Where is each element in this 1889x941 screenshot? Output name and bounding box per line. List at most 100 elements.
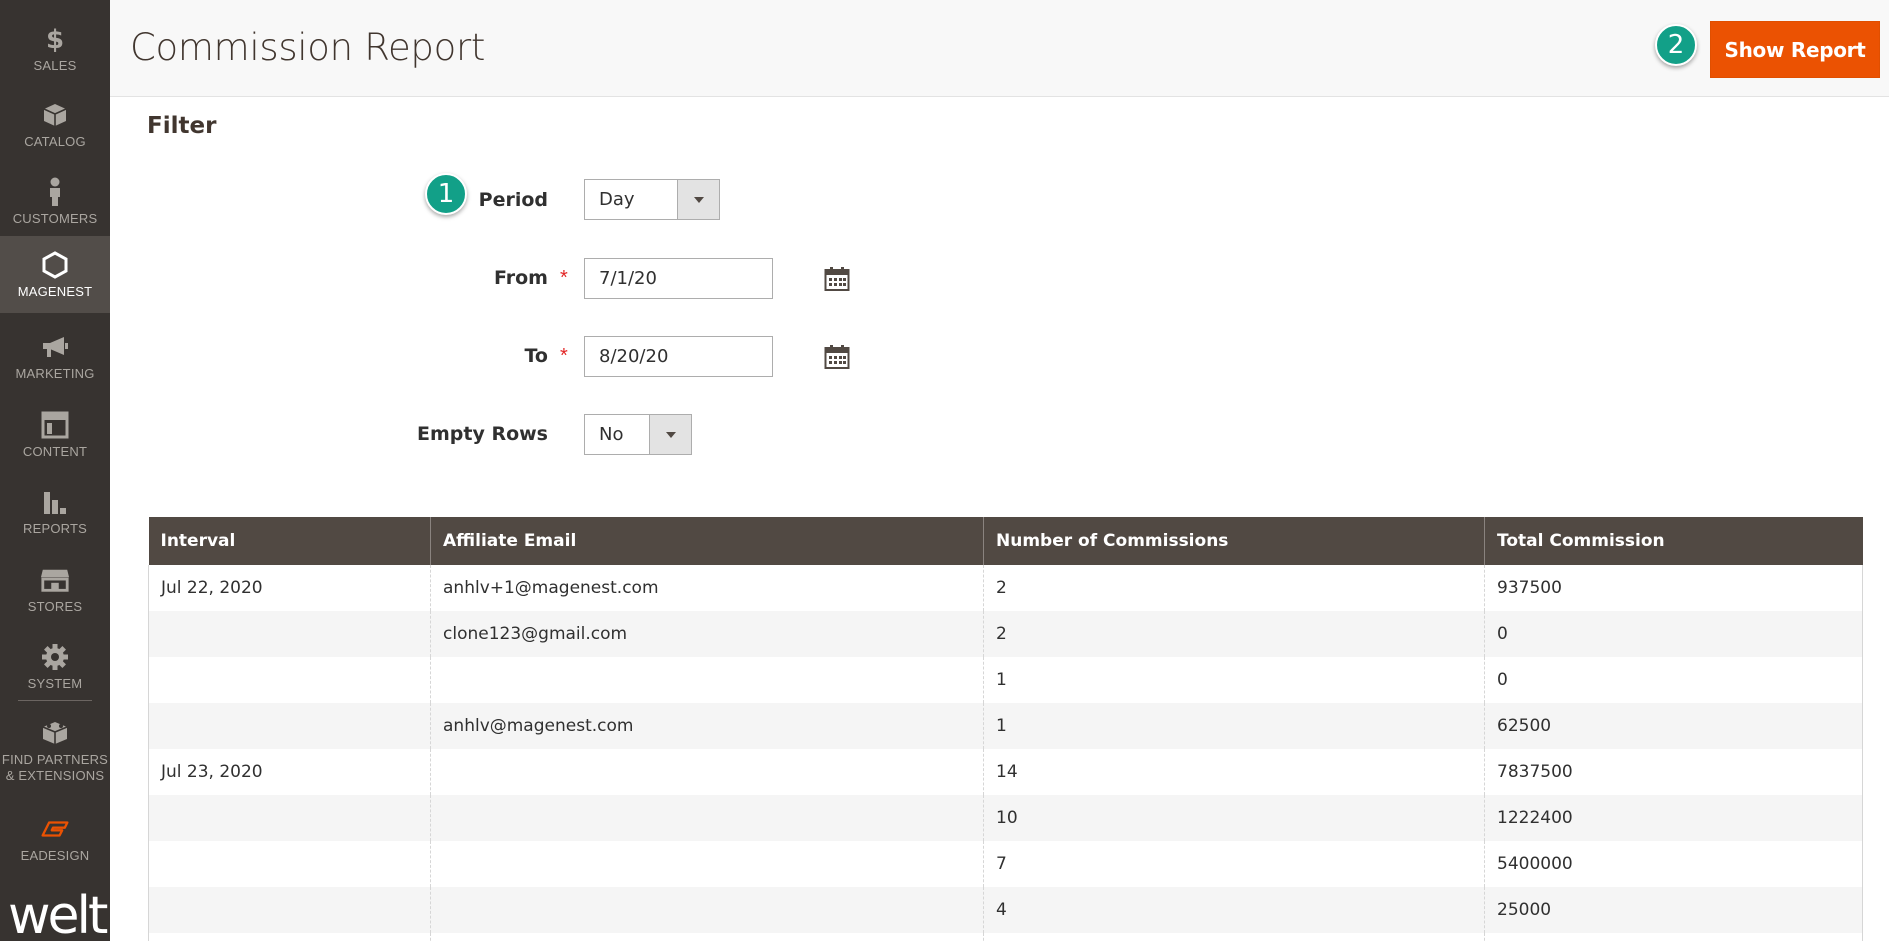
page-title: Commission Report — [130, 26, 486, 69]
cell-email: anhlv+1@magenest.com — [430, 565, 984, 611]
sidebar-item-label: SALES — [33, 57, 77, 73]
table-row: Jul 22, 2020 anhlv+1@magenest.com 2 9375… — [148, 565, 1863, 611]
dollar-icon: $ — [40, 24, 70, 54]
table-row: 10 1222400 — [148, 795, 1863, 841]
sidebar-item-label: REPORTS — [22, 520, 87, 536]
cell-count: 7 — [983, 841, 1485, 887]
to-date-input[interactable] — [585, 337, 824, 376]
sidebar-item-eadesign[interactable]: EADESIGN — [0, 800, 110, 877]
cell-interval — [148, 657, 431, 703]
cell-email: clone123@gmail.com — [430, 611, 984, 657]
cell-email — [430, 795, 984, 841]
sidebar-item-magenest[interactable]: MAGENEST — [0, 236, 110, 313]
table-row: 4 25000 — [148, 887, 1863, 933]
sidebar-item-label: CATALOG — [24, 133, 86, 149]
table-row: 7 5400000 — [148, 841, 1863, 887]
cell-interval: Jul 22, 2020 — [148, 565, 431, 611]
cell-count: 4 — [983, 887, 1485, 933]
chevron-down-icon — [677, 180, 719, 219]
period-select-value: Day — [599, 189, 635, 210]
sidebar-item-label: CUSTOMERS — [12, 210, 98, 226]
column-header-interval[interactable]: Interval — [148, 517, 431, 565]
cell-email — [430, 657, 984, 703]
period-select[interactable]: Day — [584, 179, 720, 220]
to-date-field[interactable] — [584, 336, 850, 377]
sidebar-item-find-partners[interactable]: FIND PARTNERS & EXTENSIONS — [0, 708, 110, 794]
cell-email — [430, 841, 984, 887]
empty-rows-label: Empty Rows — [416, 423, 548, 445]
empty-rows-select[interactable]: No — [584, 414, 692, 455]
cell-count: 10 — [983, 795, 1485, 841]
cell-interval: Jul 23, 2020 — [148, 749, 431, 795]
from-date-input[interactable] — [585, 259, 824, 298]
column-header-number-of-commissions[interactable]: Number of Commissions — [983, 517, 1485, 565]
sidebar-item-reports[interactable]: REPORTS — [0, 473, 110, 550]
sidebar-item-label: CONTENT — [22, 443, 88, 459]
calendar-icon[interactable] — [824, 337, 850, 376]
cell-total: 25000 — [1484, 887, 1863, 933]
cell-email — [430, 749, 984, 795]
admin-sidebar: $ SALES CATALOG CUSTOMERS MAGENEST MARKE… — [0, 0, 110, 941]
cell-count: 14 — [983, 749, 1485, 795]
period-label: Period — [478, 189, 548, 211]
sidebar-item-label: MARKETING — [15, 365, 95, 381]
cell-count: 1 — [983, 703, 1485, 749]
empty-rows-select-value: No — [599, 424, 624, 445]
show-report-button[interactable]: Show Report — [1710, 21, 1880, 78]
cell-total: 937500 — [1484, 565, 1863, 611]
column-header-affiliate-email[interactable]: Affiliate Email — [430, 517, 984, 565]
sidebar-item-sales[interactable]: $ SALES — [0, 10, 110, 87]
sidebar-item-label: STORES — [27, 598, 83, 614]
cell-interval — [148, 795, 431, 841]
welt-logo: welt — [8, 886, 108, 941]
commission-report-table: Interval Affiliate Email Number of Commi… — [148, 517, 1863, 941]
sidebar-item-label: EADESIGN — [20, 847, 90, 863]
hexagon-icon — [40, 250, 70, 280]
table-row: clone123@gmail.com 2 0 — [148, 611, 1863, 657]
cell-total: 62500 — [1484, 703, 1863, 749]
sidebar-item-label: FIND PARTNERS & EXTENSIONS — [1, 752, 109, 783]
step-badge-2: 2 — [1655, 24, 1697, 66]
cell-email: anhlv@magenest.com — [430, 703, 984, 749]
table-row: Jul 23, 2020 14 7837500 — [148, 749, 1863, 795]
bar-chart-icon — [40, 487, 70, 517]
cell-email — [430, 933, 984, 941]
sidebar-item-content[interactable]: CONTENT — [0, 396, 110, 473]
table-header-row: Interval Affiliate Email Number of Commi… — [148, 517, 1863, 565]
step-badge-1: 1 — [425, 173, 467, 215]
box-icon — [40, 100, 70, 130]
calendar-icon[interactable] — [824, 259, 850, 298]
sidebar-item-label: SYSTEM — [27, 675, 83, 691]
sidebar-item-marketing[interactable]: MARKETING — [0, 318, 110, 395]
megaphone-icon — [40, 332, 70, 362]
blocks-icon — [40, 718, 70, 748]
from-date-field[interactable] — [584, 258, 850, 299]
cell-interval — [148, 703, 431, 749]
sidebar-divider — [18, 700, 92, 701]
cell-count: 2 — [983, 565, 1485, 611]
required-mark: * — [560, 345, 568, 367]
sidebar-item-system[interactable]: SYSTEM — [0, 628, 110, 705]
cell-total: 0 — [1484, 657, 1863, 703]
cell-count: 1 — [983, 657, 1485, 703]
table-row: 1 0 — [148, 657, 1863, 703]
sidebar-item-label: MAGENEST — [17, 283, 93, 299]
table-row — [148, 933, 1863, 941]
cell-interval — [148, 841, 431, 887]
cell-total: 1222400 — [1484, 795, 1863, 841]
cell-count — [983, 933, 1485, 941]
cell-count: 2 — [983, 611, 1485, 657]
table-row: anhlv@magenest.com 1 62500 — [148, 703, 1863, 749]
sidebar-item-customers[interactable]: CUSTOMERS — [0, 163, 110, 240]
eadesign-logo-icon — [40, 814, 70, 844]
filter-heading: Filter — [147, 113, 217, 139]
sidebar-item-stores[interactable]: STORES — [0, 551, 110, 628]
cell-interval — [148, 611, 431, 657]
cell-total — [1484, 933, 1863, 941]
layout-icon — [40, 410, 70, 440]
column-header-total-commission[interactable]: Total Commission — [1484, 517, 1863, 565]
to-label: To — [524, 345, 549, 367]
sidebar-item-catalog[interactable]: CATALOG — [0, 86, 110, 163]
chevron-down-icon — [649, 415, 691, 454]
required-mark: * — [560, 267, 568, 289]
